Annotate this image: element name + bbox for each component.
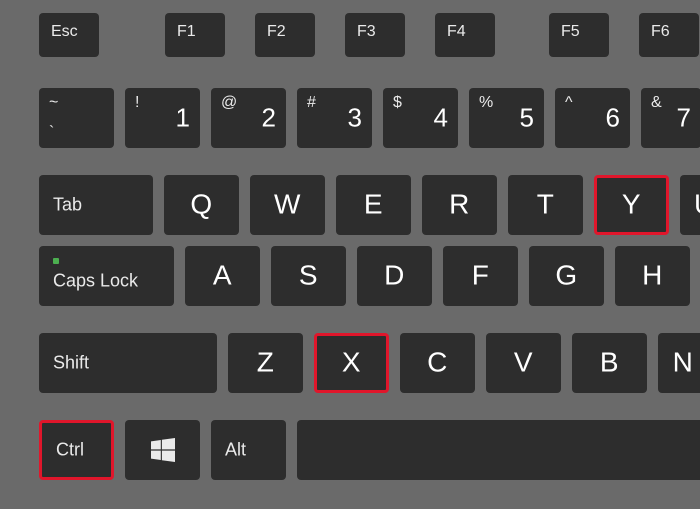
key-upper: % (479, 94, 493, 112)
key-n[interactable]: N (658, 333, 700, 393)
key-f3[interactable]: F3 (345, 13, 405, 57)
key-6[interactable]: ^ 6 (555, 88, 630, 148)
key-lower: ` (49, 124, 54, 142)
key-label: S (271, 259, 346, 291)
key-main: 5 (520, 103, 534, 134)
key-label: F4 (447, 23, 466, 41)
key-main: 7 (677, 103, 691, 134)
key-label: G (529, 259, 604, 291)
key-x[interactable]: X (314, 333, 389, 393)
key-label: Z (228, 346, 303, 378)
key-r[interactable]: R (422, 175, 497, 235)
key-g[interactable]: G (529, 246, 604, 306)
key-upper: ! (135, 94, 139, 112)
key-shift[interactable]: Shift (39, 333, 217, 393)
key-label: Caps Lock (53, 270, 138, 291)
key-caps-lock[interactable]: Caps Lock (39, 246, 174, 306)
key-upper: $ (393, 94, 402, 112)
key-u[interactable]: U (680, 175, 700, 235)
key-esc[interactable]: Esc (39, 13, 99, 57)
key-label: R (422, 188, 497, 220)
key-label: F1 (177, 23, 196, 41)
key-label: N (658, 346, 700, 378)
key-space[interactable] (297, 420, 700, 480)
key-7[interactable]: & 7 (641, 88, 700, 148)
key-main: 2 (262, 103, 276, 134)
key-z[interactable]: Z (228, 333, 303, 393)
key-main: 3 (348, 103, 362, 134)
key-y[interactable]: Y (594, 175, 669, 235)
key-h[interactable]: H (615, 246, 690, 306)
key-label: W (250, 188, 325, 220)
key-label: Q (164, 188, 239, 220)
caps-lock-indicator-icon (53, 258, 59, 264)
key-q[interactable]: Q (164, 175, 239, 235)
key-label: F6 (651, 23, 670, 41)
key-5[interactable]: % 5 (469, 88, 544, 148)
key-f4[interactable]: F4 (435, 13, 495, 57)
windows-icon (151, 438, 175, 462)
key-2[interactable]: @ 2 (211, 88, 286, 148)
key-f6[interactable]: F6 (639, 13, 699, 57)
key-f2[interactable]: F2 (255, 13, 315, 57)
key-d[interactable]: D (357, 246, 432, 306)
key-t[interactable]: T (508, 175, 583, 235)
key-main: 4 (434, 103, 448, 134)
key-label: F2 (267, 23, 286, 41)
key-label: E (336, 188, 411, 220)
key-v[interactable]: V (486, 333, 561, 393)
keyboard: Esc F1 F2 F3 F4 F5 F6 ~ ` ! 1 @ 2 # 3 $ … (0, 0, 700, 509)
key-e[interactable]: E (336, 175, 411, 235)
key-windows[interactable] (125, 420, 200, 480)
key-c[interactable]: C (400, 333, 475, 393)
key-upper: ^ (565, 94, 573, 112)
key-upper: ~ (49, 94, 58, 112)
key-upper: # (307, 94, 316, 112)
key-3[interactable]: # 3 (297, 88, 372, 148)
key-label: U (680, 188, 700, 220)
key-alt[interactable]: Alt (211, 420, 286, 480)
key-label: A (185, 259, 260, 291)
key-label: Esc (51, 23, 78, 41)
key-4[interactable]: $ 4 (383, 88, 458, 148)
key-label: Shift (53, 353, 89, 374)
key-f5[interactable]: F5 (549, 13, 609, 57)
key-main: 6 (606, 103, 620, 134)
key-label: Tab (53, 195, 82, 216)
key-label: T (508, 188, 583, 220)
key-label: F (443, 259, 518, 291)
key-f[interactable]: F (443, 246, 518, 306)
key-w[interactable]: W (250, 175, 325, 235)
key-label: H (615, 259, 690, 291)
key-a[interactable]: A (185, 246, 260, 306)
key-tab[interactable]: Tab (39, 175, 153, 235)
key-b[interactable]: B (572, 333, 647, 393)
key-label: F3 (357, 23, 376, 41)
key-label: C (400, 346, 475, 378)
key-label: Y (597, 188, 666, 220)
key-ctrl[interactable]: Ctrl (39, 420, 114, 480)
key-s[interactable]: S (271, 246, 346, 306)
key-upper: & (651, 94, 662, 112)
key-tilde[interactable]: ~ ` (39, 88, 114, 148)
key-label: F5 (561, 23, 580, 41)
key-1[interactable]: ! 1 (125, 88, 200, 148)
key-f1[interactable]: F1 (165, 13, 225, 57)
key-label: V (486, 346, 561, 378)
key-label: B (572, 346, 647, 378)
key-upper: @ (221, 94, 237, 112)
key-label: D (357, 259, 432, 291)
key-label: X (317, 346, 386, 378)
key-label: Alt (225, 440, 246, 461)
key-main: 1 (176, 103, 190, 134)
key-label: Ctrl (56, 440, 84, 461)
